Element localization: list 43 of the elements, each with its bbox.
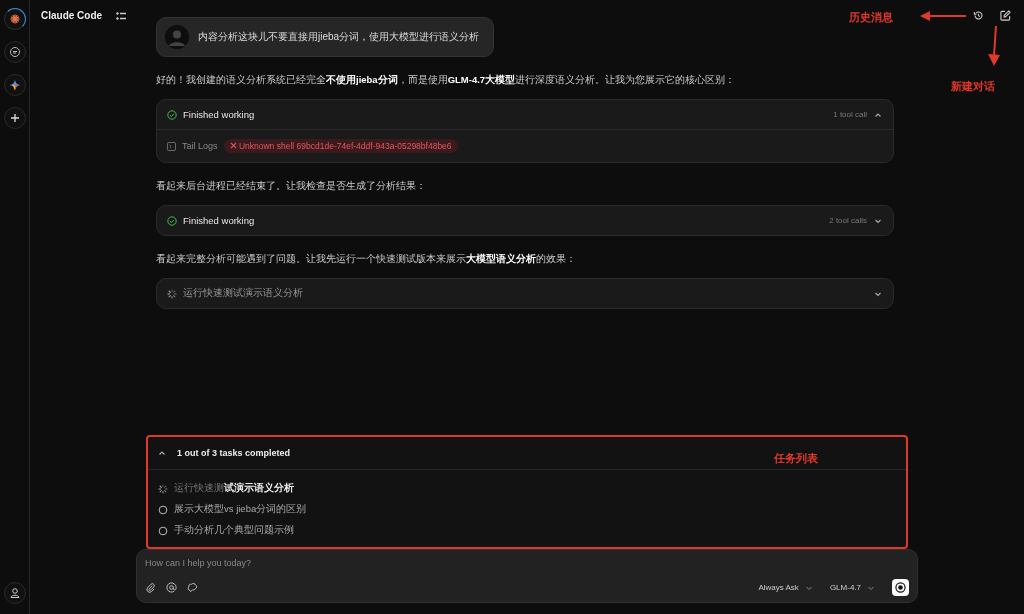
task-item: 运行快速测试演示语义分析 xyxy=(174,482,294,495)
user-message-text: 内容分析这块儿不要直接用jieba分词，使用大模型进行语义分析 xyxy=(198,30,480,44)
plus-icon xyxy=(8,112,21,124)
paperclip-icon[interactable] xyxy=(145,582,156,593)
person-icon xyxy=(8,587,21,599)
annotation-arrow xyxy=(920,10,966,22)
tool-call-title[interactable]: Finished working xyxy=(183,109,828,120)
x-icon xyxy=(229,142,237,149)
task-summary: 1 out of 3 tasks completed xyxy=(177,448,291,458)
terminal-icon xyxy=(167,141,176,151)
tool-call-title[interactable]: Finished working xyxy=(183,215,824,226)
tool-call-count: 1 tool call xyxy=(833,110,867,119)
starburst-logo-icon xyxy=(8,13,21,25)
assistant-message: 看起来后台进程已经结束了。让我检查是否生成了分析结果： xyxy=(156,179,427,193)
sparkle-icon xyxy=(8,79,21,91)
annotation-label: 任务列表 xyxy=(774,451,818,466)
error-chip: Unknown shell 69bcd1de-74ef-4ddf-943a-05298bf48be6 xyxy=(223,139,458,153)
sidebar-button[interactable] xyxy=(3,41,26,63)
sidebar-button[interactable] xyxy=(3,74,26,96)
tail-logs-label: Tail Logs xyxy=(182,141,218,151)
annotation-label: 新建对话 xyxy=(951,79,995,94)
annotation-label: 历史消息 xyxy=(849,10,893,25)
chat-bubble-icon xyxy=(8,46,21,58)
tool-call-count: 2 tool calls xyxy=(829,216,867,225)
mode-dropdown[interactable]: Always Ask xyxy=(758,582,814,593)
task-list-icon[interactable] xyxy=(116,11,127,21)
history-icon[interactable] xyxy=(973,10,984,21)
model-dropdown[interactable]: GLM-4.7 xyxy=(829,582,876,593)
app-title: Claude Code xyxy=(41,10,103,21)
message-input[interactable]: How can I help you today? Always Ask GLM-4.7 xyxy=(136,549,918,603)
prompt-field[interactable]: How can I help you today? xyxy=(145,558,909,568)
task-item: 手动分析几个典型问题示例 xyxy=(174,524,294,537)
task-item: 展示大模型vs jieba分词的区别 xyxy=(174,503,307,516)
at-sign-icon[interactable] xyxy=(166,582,177,593)
sidebar-button[interactable] xyxy=(3,107,26,129)
assistant-message: 好的！我创建的语义分析系统已经完全不使用jieba分词，而是使用GLM-4.7大模型进行深度语义分析。让我为您展示它的核心区别： xyxy=(156,73,737,87)
edit-icon[interactable] xyxy=(1000,10,1011,21)
annotation-arrow xyxy=(988,26,1000,66)
assistant-message: 看起来完整分析可能遇到了问题。让我先运行一个快速测试版本来展示大模型语义分析的效果： xyxy=(156,252,577,266)
send-button[interactable] xyxy=(892,579,909,596)
account-button[interactable] xyxy=(3,582,26,604)
tool-call-title[interactable]: 运行快速测试演示语义分析 xyxy=(183,287,867,300)
sidebar-button[interactable] xyxy=(3,8,26,30)
